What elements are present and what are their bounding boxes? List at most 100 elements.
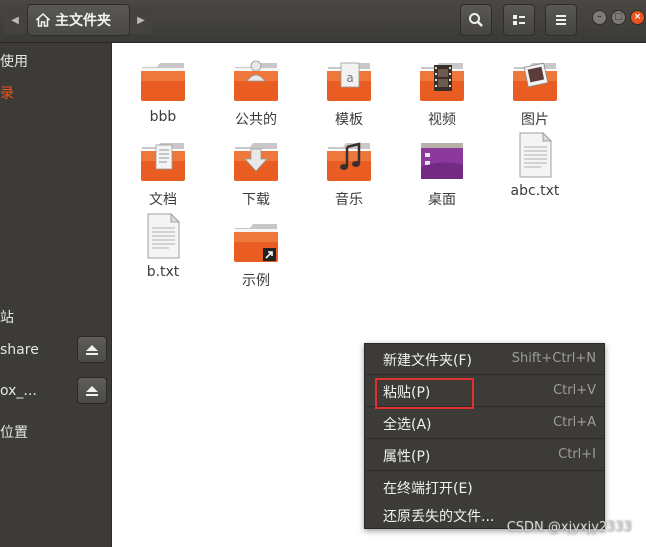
context-menu: 新建文件夹(F) Shift+Ctrl+N 粘贴(P) Ctrl+V 全选(A)… [364,343,605,529]
folder-documents-icon [141,143,185,181]
back-button[interactable]: ◀ [4,6,26,34]
folder-music-icon [327,142,371,181]
file-item-pictures[interactable]: 图片 [495,57,575,133]
sidebar-item-music[interactable]: 乐 [0,271,111,301]
folder-videos-icon [420,63,464,101]
file-item-bbb[interactable]: bbb [123,57,203,133]
file-name: 公共的 [235,112,277,128]
text-file-icon [519,131,553,178]
file-item-documents[interactable]: 文档 [123,137,203,213]
menu-item-shortcut: Ctrl+A [553,415,596,430]
header-bar: ◀ 主文件夹 ▶ – □ × [0,0,646,43]
file-name: 图片 [521,112,549,128]
sidebar-item-volume[interactable]: ox_... [0,376,111,406]
file-item-downloads[interactable]: 下载 [216,137,296,213]
folder-pictures-icon [513,62,557,101]
chevron-right-icon: ▶ [137,14,145,26]
menu-item-label: 还原丢失的文件... [383,509,495,525]
maximize-icon: □ [614,12,623,22]
watermark: CSDN @xjyxjy2333 [506,520,632,535]
menu-separator [366,470,604,471]
eject-button[interactable] [77,336,107,363]
sidebar-item-videos[interactable]: 频 [0,143,111,173]
menu-separator [366,438,604,439]
file-name: 桌面 [428,192,456,208]
sidebar-item-label: 目录 [0,86,14,102]
chevron-left-icon: ◀ [11,14,19,26]
folder-public-icon [234,60,278,101]
file-item-templates[interactable]: a 模板 [309,57,389,133]
sidebar-item-label: 他位置 [0,425,28,441]
menu-item-select-all[interactable]: 全选(A) Ctrl+A [365,408,604,438]
folder-downloads-icon [234,143,278,181]
menu-item-label: 属性(P) [383,449,431,465]
hamburger-menu-icon [556,15,566,25]
menu-item-label: 在终端打开(E) [383,481,473,497]
file-item-b-txt[interactable]: b.txt [123,212,203,288]
sidebar-item-label: 收站 [0,310,14,326]
menu-item-shortcut: Ctrl+V [553,383,596,398]
menu-item-paste[interactable]: 粘贴(P) Ctrl+V [365,376,604,406]
sidebar-item-recent[interactable]: 近使用 [0,47,111,77]
menu-item-label: 粘贴(P) [383,385,431,401]
sidebar-item-label: ox_... [0,383,37,399]
file-name: bbb [149,109,177,125]
eject-button[interactable] [77,377,107,404]
search-button[interactable] [460,4,492,36]
file-item-abc-txt[interactable]: abc.txt [495,131,575,207]
search-icon [469,13,483,27]
folder-templates-icon: a [327,62,371,101]
file-name: 文档 [149,192,177,208]
close-button[interactable]: × [630,10,645,25]
sidebar-item-documents[interactable]: 档 [0,207,111,237]
text-file-icon [147,212,181,259]
file-item-videos[interactable]: 视频 [402,57,482,133]
file-name: abc.txt [510,183,560,199]
sidebar-item-desktop[interactable]: 面 [0,111,111,141]
path-bar-home[interactable]: 主文件夹 [27,4,130,36]
file-item-music[interactable]: 音乐 [309,137,389,213]
path-label: 主文件夹 [55,13,111,29]
sidebar-item-share[interactable]: share [0,335,111,365]
minimize-icon: – [597,12,602,22]
view-mode-button[interactable] [503,4,535,36]
folder-link-icon [234,224,278,262]
sidebar-item-label: 近使用 [0,54,28,70]
menu-item-label: 全选(A) [383,417,432,433]
eject-icon [86,344,98,355]
folder-icon [141,63,185,101]
menu-item-shortcut: Ctrl+I [558,447,596,462]
minimize-button[interactable]: – [592,10,607,25]
forward-button[interactable]: ▶ [130,6,152,34]
menu-item-shortcut: Shift+Ctrl+N [511,351,596,366]
sidebar-item-trash[interactable]: 收站 [0,303,111,333]
sidebar-item-downloads[interactable]: 载 [0,239,111,269]
desktop-folder-icon [421,143,463,179]
menu-item-open-in-terminal[interactable]: 在终端打开(E) [365,472,604,502]
home-icon [36,13,50,27]
svg-text:a: a [346,71,353,85]
file-name: 示例 [242,273,270,289]
menu-separator [366,406,604,407]
eject-icon [86,385,98,396]
file-name: 模板 [335,112,363,128]
maximize-button[interactable]: □ [611,10,626,25]
menu-item-label: 新建文件夹(F) [383,353,472,369]
file-name: b.txt [146,264,180,280]
close-icon: × [633,12,642,22]
menu-button[interactable] [545,4,577,36]
menu-item-properties[interactable]: 属性(P) Ctrl+I [365,440,604,470]
file-name: 视频 [428,112,456,128]
file-item-desktop[interactable]: 桌面 [402,137,482,213]
sidebar-item-other-locations[interactable]: 他位置 [0,418,111,448]
file-name: 下载 [242,192,270,208]
list-view-icon [513,15,525,25]
menu-item-new-folder[interactable]: 新建文件夹(F) Shift+Ctrl+N [365,344,604,374]
file-item-examples[interactable]: 示例 [216,218,296,294]
sidebar-item-label: share [0,342,39,358]
sidebar: 近使用 目录 面 频 片 档 载 乐 收站 share ox_... [0,43,112,547]
menu-separator [366,374,604,375]
file-item-public[interactable]: 公共的 [216,57,296,133]
sidebar-item-home[interactable]: 目录 [0,79,111,109]
sidebar-item-pictures[interactable]: 片 [0,175,111,205]
